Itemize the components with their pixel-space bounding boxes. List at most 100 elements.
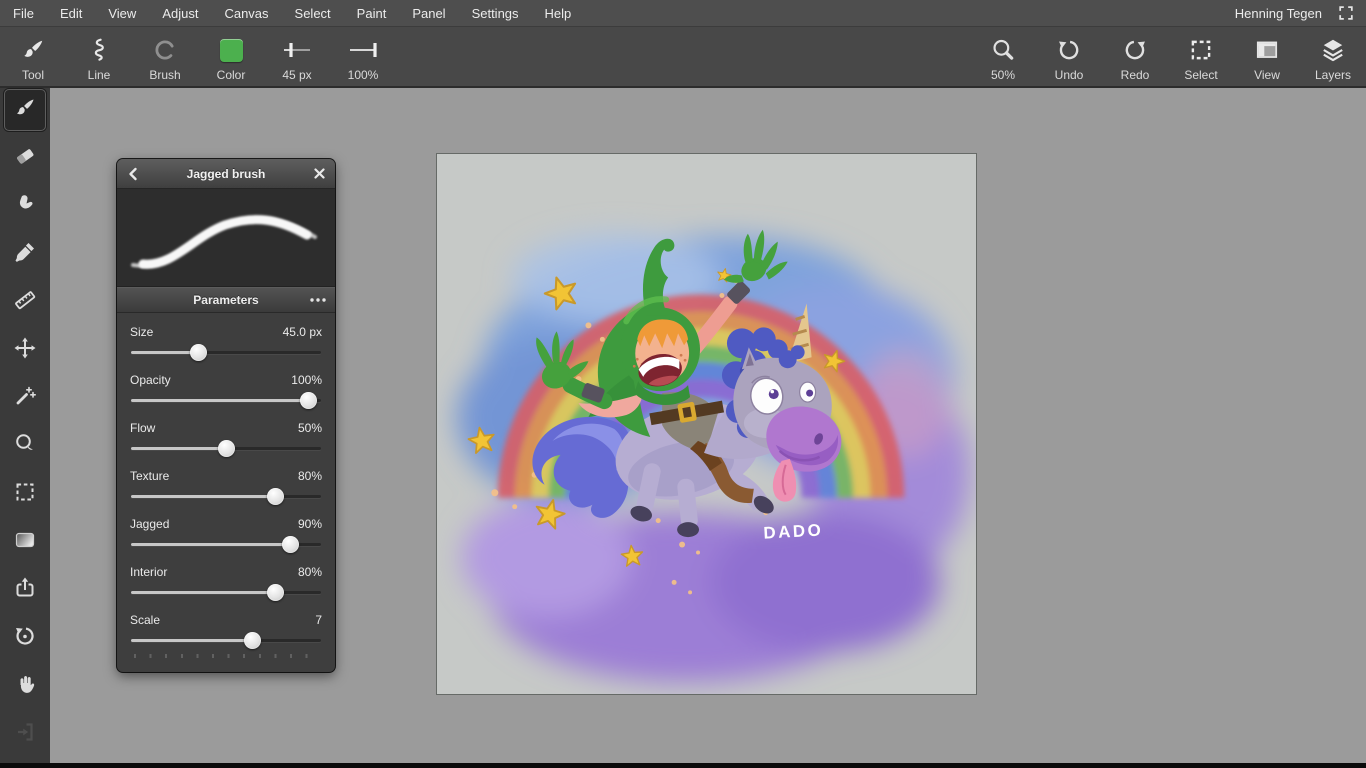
smudge-finger-icon [13,192,37,221]
param-opacity-label: Opacity [130,373,171,387]
sidebar-tool-hand[interactable] [4,665,46,707]
squiggle-line-icon [86,34,112,66]
menu-item-paint[interactable]: Paint [344,0,400,26]
param-opacity: Opacity 100% [130,370,322,411]
sidebar-tool-smudge[interactable] [4,185,46,227]
scale-slider[interactable] [130,630,322,651]
param-interior-value: 80% [298,565,322,579]
ruler-icon [13,288,37,317]
flow-slider[interactable] [130,438,322,459]
hand-icon [13,672,37,701]
sidebar-tool-magic-wand[interactable] [4,377,46,419]
sidebar-tool-move[interactable] [4,329,46,371]
size-slider-icon [279,34,315,66]
sidebar-tool-zoom[interactable] [4,425,46,467]
interior-slider-thumb[interactable] [267,584,284,601]
scale-slider-thumb[interactable] [244,632,261,649]
scale-slider-ticks [132,654,320,660]
color-button[interactable]: Color [198,27,264,86]
sidebar-tool-rotate[interactable] [4,617,46,659]
parameters-menu-button[interactable] [309,288,327,312]
brush-button[interactable]: Brush [132,27,198,86]
menu-item-canvas[interactable]: Canvas [211,0,281,26]
parameters-body: Size 45.0 px Opacity 100% Flow [117,313,335,672]
eraser-icon [13,144,37,173]
texture-slider-thumb[interactable] [267,488,284,505]
jagged-slider[interactable] [130,534,322,555]
marquee-icon [1188,34,1214,66]
opacity-button[interactable]: 100% [330,27,396,86]
param-flow-label: Flow [130,421,155,435]
paint-brush-icon [13,96,37,125]
param-texture-label: Texture [130,469,169,483]
menu-item-settings[interactable]: Settings [459,0,532,26]
paint-brush-icon [20,34,46,66]
drawing-canvas[interactable]: DADO [436,153,977,695]
menu-item-panel[interactable]: Panel [399,0,458,26]
menu-item-help[interactable]: Help [532,0,585,26]
parameters-section-header[interactable]: Parameters [117,287,335,313]
tool-button-label: Tool [22,68,44,82]
eyedropper-icon [13,240,37,269]
opacity-slider-icon [345,34,381,66]
zoom-magnifier-icon [13,432,37,461]
toolbar-right: 50% Undo Redo Select [970,27,1366,86]
zoom-level-label: 50% [991,68,1015,82]
brush-settings-panel: Jagged brush Parameters Size 45.0 px [117,159,335,672]
select-button[interactable]: Select [1168,27,1234,86]
artist-signature: DADO [763,520,824,542]
sidebar-tool-eraser[interactable] [4,137,46,179]
flow-slider-thumb[interactable] [218,440,235,457]
panel-header[interactable]: Jagged brush [117,159,335,189]
opacity-slider-thumb[interactable] [300,392,317,409]
redo-icon [1122,34,1148,66]
brush-button-label: Brush [149,68,180,82]
layers-button[interactable]: Layers [1300,27,1366,86]
panel-back-button[interactable] [119,159,147,188]
move-arrows-icon [13,336,37,365]
toolbar-left: Tool Line Brush Color [0,27,396,86]
param-scale-value: 7 [315,613,322,627]
opacity-slider[interactable] [130,390,322,411]
texture-slider[interactable] [130,486,322,507]
undo-button[interactable]: Undo [1036,27,1102,86]
sidebar-tool-gradient[interactable] [4,521,46,563]
size-slider-thumb[interactable] [190,344,207,361]
sidebar-tool-ruler[interactable] [4,281,46,323]
view-button[interactable]: View [1234,27,1300,86]
param-flow-value: 50% [298,421,322,435]
line-button[interactable]: Line [66,27,132,86]
redo-button[interactable]: Redo [1102,27,1168,86]
menu-item-edit[interactable]: Edit [47,0,95,26]
select-label: Select [1184,68,1217,82]
layers-label: Layers [1315,68,1351,82]
sidebar-collapse-button[interactable] [4,713,46,755]
sidebar-tool-color-picker[interactable] [4,233,46,275]
redo-label: Redo [1121,68,1150,82]
interior-slider[interactable] [130,582,322,603]
panel-close-button[interactable] [305,159,333,188]
menu-item-file[interactable]: File [0,0,47,26]
toolbar: Tool Line Brush Color [0,27,1366,88]
color-swatch[interactable] [220,39,243,62]
panel-title: Jagged brush [187,167,266,181]
jagged-slider-thumb[interactable] [282,536,299,553]
workspace[interactable]: DADO Jagged brush Parameters [50,87,1366,763]
fullscreen-icon[interactable] [1338,5,1354,21]
menu-item-select[interactable]: Select [282,0,344,26]
zoom-level-button[interactable]: 50% [970,27,1036,86]
size-button[interactable]: 45 px [264,27,330,86]
tool-button[interactable]: Tool [0,27,66,86]
size-slider[interactable] [130,342,322,363]
color-button-label: Color [217,68,246,82]
sidebar-tool-marquee-select[interactable] [4,473,46,515]
collapse-panel-icon [13,720,37,749]
marquee-icon [13,480,37,509]
brush-circle-icon [152,34,178,66]
menu-item-adjust[interactable]: Adjust [149,0,211,26]
sidebar-tool-export[interactable] [4,569,46,611]
menu-item-view[interactable]: View [95,0,149,26]
rotate-ccw-icon [13,624,37,653]
sidebar-tool-paint-brush[interactable] [4,89,46,131]
export-share-icon [13,576,37,605]
